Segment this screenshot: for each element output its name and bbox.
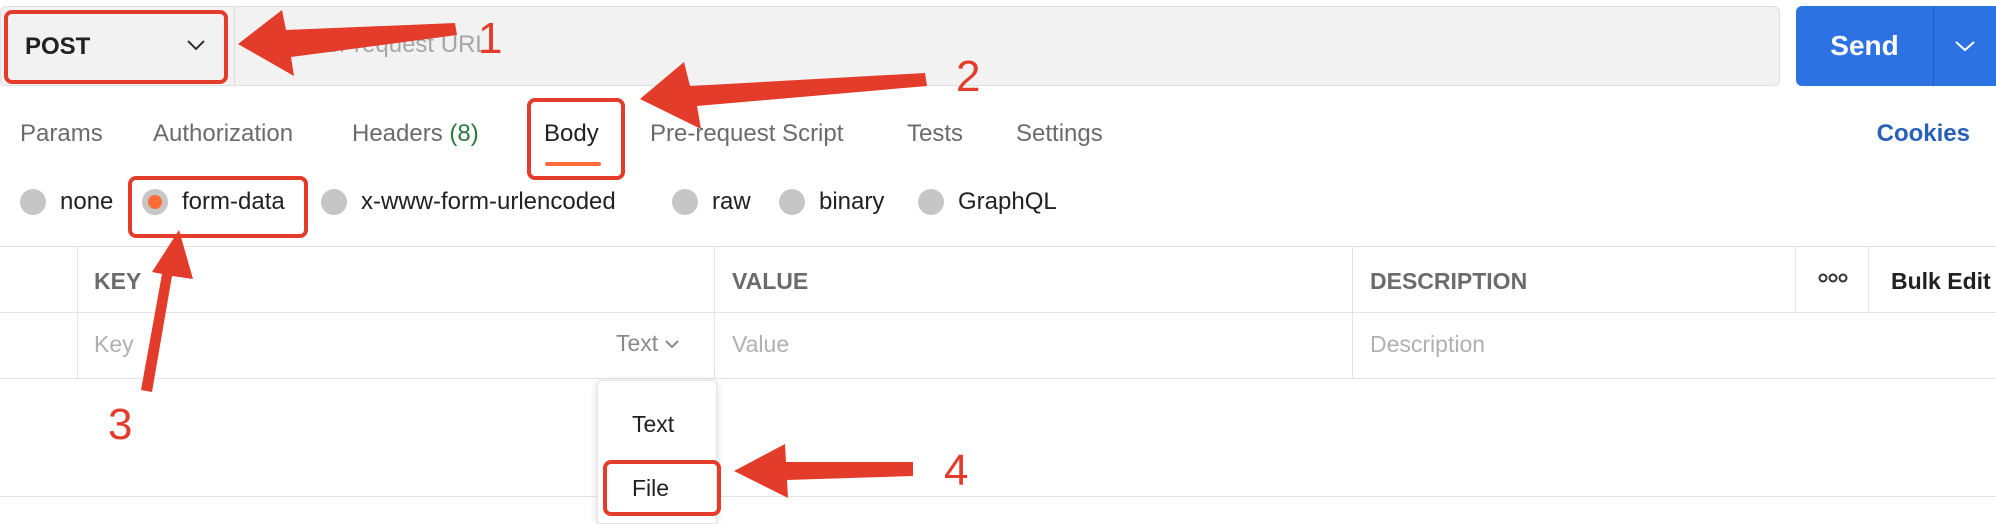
column-header-description: DESCRIPTION: [1370, 268, 1528, 294]
table-border: [0, 378, 1996, 379]
column-divider: [1352, 246, 1353, 379]
radio-label: raw: [712, 188, 751, 215]
radio-label: GraphQL: [958, 188, 1057, 215]
key-type-label: Text: [616, 330, 659, 356]
annotation-box-file: [603, 460, 721, 516]
column-divider: [77, 246, 78, 379]
tab-pre-request-script[interactable]: Pre-request Script: [650, 120, 843, 148]
radio-icon: [779, 189, 805, 215]
table-border: [0, 312, 1996, 313]
annotation-number-3: 3: [108, 400, 133, 449]
annotation-arrow-4: [734, 444, 913, 498]
tab-params[interactable]: Params: [20, 120, 103, 148]
tab-headers-label: Headers: [352, 120, 443, 147]
table-border: [0, 246, 1996, 247]
radio-label: none: [60, 188, 114, 215]
value-input[interactable]: [732, 328, 1332, 360]
more-horizontal-icon[interactable]: [1818, 270, 1848, 286]
annotation-box-body-tab: [527, 98, 625, 180]
send-options-button[interactable]: [1934, 6, 1996, 86]
radio-icon: [672, 189, 698, 215]
send-button[interactable]: Send: [1796, 6, 1933, 86]
radio-raw[interactable]: raw: [672, 188, 751, 216]
column-divider: [1868, 246, 1869, 312]
radio-icon: [321, 189, 347, 215]
tab-headers[interactable]: Headers (8): [352, 120, 479, 148]
form-data-table: KEY VALUE DESCRIPTION Bulk Edit Text: [0, 246, 1996, 380]
radio-label: binary: [819, 188, 885, 215]
key-type-select[interactable]: Text: [616, 330, 680, 357]
radio-none[interactable]: none: [20, 188, 113, 216]
description-input[interactable]: [1370, 328, 1970, 360]
annotation-number-1: 1: [478, 14, 503, 63]
radio-icon: [918, 189, 944, 215]
request-editor: POST Send Params Authorization Headers (…: [0, 0, 1996, 524]
annotation-box-method: [4, 10, 228, 84]
headers-count-badge: (8): [449, 120, 479, 147]
column-header-key: KEY: [94, 268, 142, 294]
bulk-edit-button[interactable]: Bulk Edit: [1891, 268, 1991, 295]
request-tabs: Params Authorization Headers (8) Body Pr…: [0, 104, 1996, 166]
radio-graphql[interactable]: GraphQL: [918, 188, 1057, 216]
chevron-down-icon: [665, 339, 679, 348]
column-divider: [714, 246, 715, 379]
annotation-number-4: 4: [944, 446, 969, 495]
radio-x-www-form-urlencoded[interactable]: x-www-form-urlencoded: [321, 188, 616, 216]
annotation-number-2: 2: [956, 52, 981, 101]
column-header-value: VALUE: [732, 268, 809, 294]
annotation-box-form-data: [128, 176, 308, 238]
tab-tests[interactable]: Tests: [907, 120, 963, 148]
key-input[interactable]: [94, 328, 594, 360]
radio-icon: [20, 189, 46, 215]
chevron-down-icon: [1955, 41, 1975, 52]
tab-settings[interactable]: Settings: [1016, 120, 1103, 148]
url-input[interactable]: [236, 20, 1736, 70]
cookies-link[interactable]: Cookies: [1877, 120, 1970, 148]
send-button-group: Send: [1796, 6, 1996, 86]
tab-authorization[interactable]: Authorization: [153, 120, 293, 148]
radio-label: x-www-form-urlencoded: [361, 188, 616, 215]
method-divider: [234, 6, 235, 86]
radio-binary[interactable]: binary: [779, 188, 884, 216]
column-divider: [1795, 246, 1796, 312]
section-divider: [0, 496, 1996, 497]
menu-item-text[interactable]: Text: [598, 399, 718, 449]
